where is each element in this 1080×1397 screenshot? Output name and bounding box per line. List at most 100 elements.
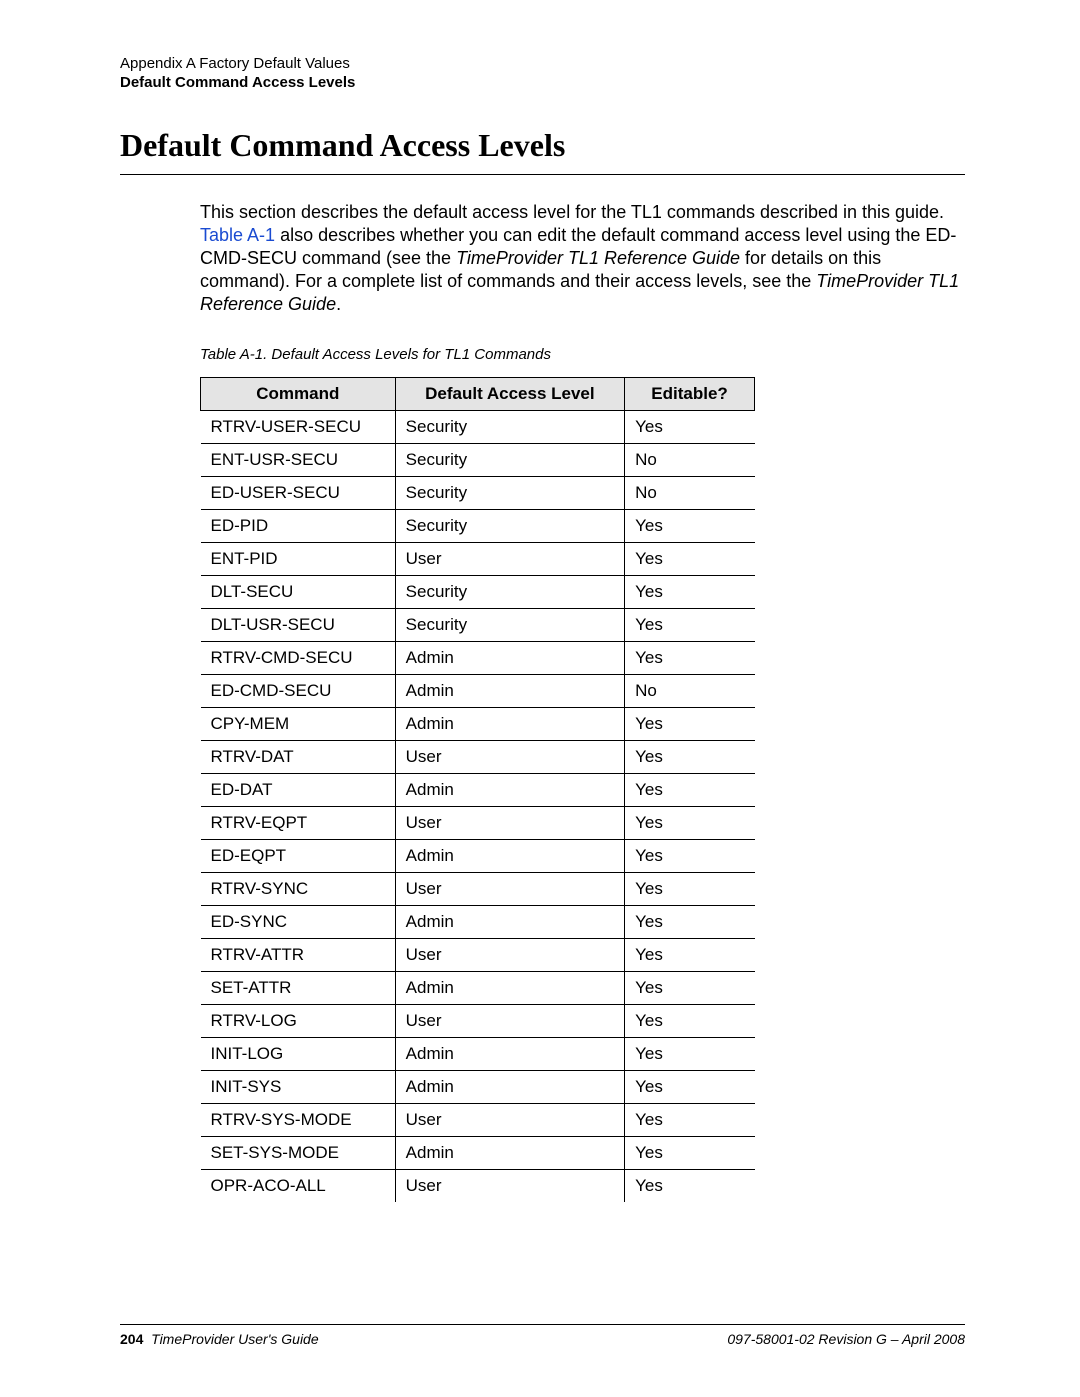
cell-access-level: Security (395, 510, 624, 543)
cell-access-level: User (395, 1170, 624, 1203)
table-row: DLT-USR-SECUSecurityYes (201, 609, 755, 642)
cell-command: ENT-PID (201, 543, 396, 576)
cell-command: ENT-USR-SECU (201, 444, 396, 477)
table-a1-link[interactable]: Table A-1 (200, 225, 275, 245)
cell-access-level: Admin (395, 972, 624, 1005)
cell-command: CPY-MEM (201, 708, 396, 741)
cell-editable: Yes (625, 708, 755, 741)
cell-access-level: User (395, 807, 624, 840)
cell-access-level: Admin (395, 906, 624, 939)
commands-table: Command Default Access Level Editable? R… (200, 377, 755, 1202)
footer-rule (120, 1324, 965, 1325)
cell-command: SET-SYS-MODE (201, 1137, 396, 1170)
cell-access-level: Admin (395, 642, 624, 675)
intro-text-a: This section describes the default acces… (200, 202, 944, 222)
cell-access-level: Security (395, 411, 624, 444)
cell-access-level: User (395, 939, 624, 972)
table-caption: Table A-1. Default Access Levels for TL1… (200, 346, 965, 363)
cell-editable: Yes (625, 411, 755, 444)
cell-command: ED-EQPT (201, 840, 396, 873)
cell-editable: Yes (625, 642, 755, 675)
table-row: ENT-PIDUserYes (201, 543, 755, 576)
page-number: 204 (120, 1331, 143, 1347)
cell-command: RTRV-ATTR (201, 939, 396, 972)
cell-editable: Yes (625, 741, 755, 774)
table-row: ED-USER-SECUSecurityNo (201, 477, 755, 510)
footer-right: 097-58001-02 Revision G – April 2008 (727, 1331, 965, 1347)
page-title: Default Command Access Levels (120, 127, 965, 164)
cell-editable: No (625, 675, 755, 708)
cell-command: INIT-LOG (201, 1038, 396, 1071)
cell-access-level: Admin (395, 675, 624, 708)
cell-editable: Yes (625, 1005, 755, 1038)
table-header-row: Command Default Access Level Editable? (201, 378, 755, 411)
cell-editable: Yes (625, 1170, 755, 1203)
table-row: RTRV-DATUserYes (201, 741, 755, 774)
table-row: RTRV-EQPTUserYes (201, 807, 755, 840)
cell-editable: Yes (625, 906, 755, 939)
table-row: RTRV-SYS-MODEUserYes (201, 1104, 755, 1137)
cell-command: DLT-USR-SECU (201, 609, 396, 642)
table-row: RTRV-CMD-SECUAdminYes (201, 642, 755, 675)
cell-editable: Yes (625, 1104, 755, 1137)
cell-editable: Yes (625, 576, 755, 609)
running-header-line1: Appendix A Factory Default Values (120, 55, 965, 72)
cell-access-level: User (395, 873, 624, 906)
cell-command: OPR-ACO-ALL (201, 1170, 396, 1203)
cell-editable: Yes (625, 972, 755, 1005)
cell-command: RTRV-LOG (201, 1005, 396, 1038)
cell-editable: Yes (625, 807, 755, 840)
table-row: ED-SYNCAdminYes (201, 906, 755, 939)
cell-access-level: Security (395, 477, 624, 510)
cell-command: INIT-SYS (201, 1071, 396, 1104)
cell-command: DLT-SECU (201, 576, 396, 609)
table-row: RTRV-USER-SECUSecurityYes (201, 411, 755, 444)
cell-command: RTRV-SYNC (201, 873, 396, 906)
table-row: ED-EQPTAdminYes (201, 840, 755, 873)
cell-access-level: Admin (395, 840, 624, 873)
cell-editable: Yes (625, 1071, 755, 1104)
table-row: ENT-USR-SECUSecurityNo (201, 444, 755, 477)
table-row: RTRV-LOGUserYes (201, 1005, 755, 1038)
cell-command: RTRV-SYS-MODE (201, 1104, 396, 1137)
cell-editable: No (625, 444, 755, 477)
cell-command: RTRV-CMD-SECU (201, 642, 396, 675)
cell-command: ED-DAT (201, 774, 396, 807)
cell-access-level: Admin (395, 774, 624, 807)
cell-command: ED-PID (201, 510, 396, 543)
table-row: ED-PIDSecurityYes (201, 510, 755, 543)
th-default-access-level: Default Access Level (395, 378, 624, 411)
cell-access-level: Admin (395, 1137, 624, 1170)
cell-editable: Yes (625, 543, 755, 576)
cell-access-level: User (395, 1005, 624, 1038)
cell-command: RTRV-EQPT (201, 807, 396, 840)
cell-editable: Yes (625, 1038, 755, 1071)
table-row: INIT-SYSAdminYes (201, 1071, 755, 1104)
table-row: RTRV-SYNCUserYes (201, 873, 755, 906)
cell-editable: Yes (625, 873, 755, 906)
ref-guide-1: TimeProvider TL1 Reference Guide (456, 248, 740, 268)
cell-access-level: Security (395, 609, 624, 642)
cell-command: SET-ATTR (201, 972, 396, 1005)
cell-access-level: User (395, 543, 624, 576)
cell-access-level: User (395, 1104, 624, 1137)
cell-access-level: Security (395, 576, 624, 609)
cell-editable: Yes (625, 1137, 755, 1170)
th-command: Command (201, 378, 396, 411)
table-row: INIT-LOGAdminYes (201, 1038, 755, 1071)
running-header-line2: Default Command Access Levels (120, 74, 965, 91)
th-editable: Editable? (625, 378, 755, 411)
cell-command: ED-CMD-SECU (201, 675, 396, 708)
table-row: RTRV-ATTRUserYes (201, 939, 755, 972)
cell-access-level: Admin (395, 1071, 624, 1104)
intro-text-d: . (336, 294, 341, 314)
footer-guide-title: TimeProvider User's Guide (151, 1331, 319, 1347)
cell-access-level: User (395, 741, 624, 774)
cell-editable: Yes (625, 510, 755, 543)
cell-command: ED-SYNC (201, 906, 396, 939)
cell-editable: Yes (625, 774, 755, 807)
table-row: SET-SYS-MODEAdminYes (201, 1137, 755, 1170)
cell-editable: Yes (625, 939, 755, 972)
intro-paragraph: This section describes the default acces… (200, 201, 965, 316)
cell-command: RTRV-DAT (201, 741, 396, 774)
